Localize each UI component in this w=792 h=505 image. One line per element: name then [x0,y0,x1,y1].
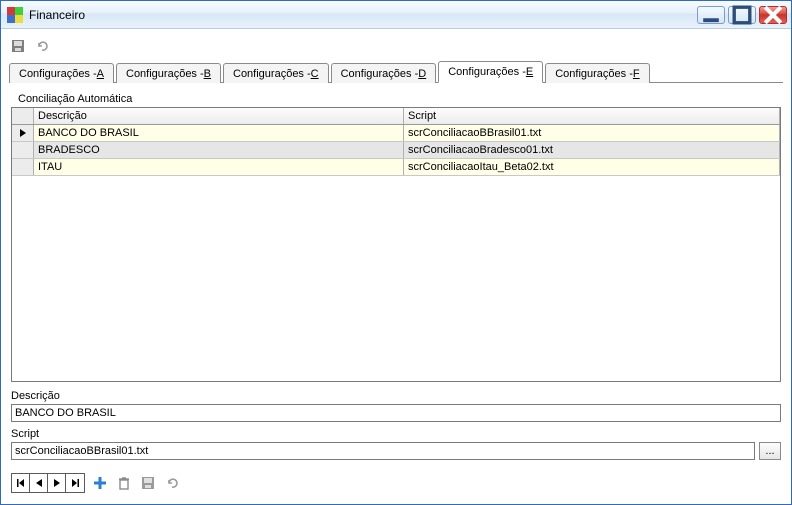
save-record-button[interactable] [139,474,157,492]
browse-button[interactable]: ... [759,442,781,460]
undo-button[interactable] [33,37,51,55]
table-row[interactable]: BRADESCO scrConciliacaoBradesco01.txt [12,142,780,159]
window-title: Financeiro [29,8,85,22]
grid-header-script[interactable]: Script [404,108,780,124]
cancel-edit-button[interactable] [163,474,181,492]
tabstrip: Configurações - A Configurações - B Conf… [9,61,783,83]
save-icon [10,38,26,54]
nav-group [11,473,85,493]
nav-first-icon [16,478,26,488]
undo-icon [164,475,180,491]
cell-descricao[interactable]: BANCO DO BRASIL [34,125,404,141]
row-indicator [12,142,34,158]
save-button[interactable] [9,37,27,55]
tab-config-e[interactable]: Configurações - E [438,61,543,83]
grid-header-descricao[interactable]: Descrição [34,108,404,124]
input-descricao[interactable] [11,404,781,422]
row-indicator [12,159,34,175]
group-legend: Conciliação Automática [15,93,785,105]
grid-header: Descrição Script [12,108,780,125]
nav-first-button[interactable] [12,474,30,492]
nav-next-icon [52,478,62,488]
row-indicator [12,125,34,141]
tab-config-d[interactable]: Configurações - D [331,63,437,83]
undo-icon [34,38,50,54]
maximize-button[interactable] [728,6,756,24]
app-icon [7,7,23,23]
cell-script[interactable]: scrConciliacaoBBrasil01.txt [404,125,780,141]
top-toolbar [9,35,783,57]
add-icon [92,475,108,491]
titlebar: Financeiro [1,1,791,29]
input-script[interactable] [11,442,755,460]
field-descricao: Descrição [11,390,781,422]
tab-config-f[interactable]: Configurações - F [545,63,649,83]
content-area: Configurações - A Configurações - B Conf… [1,29,791,504]
cell-descricao[interactable]: BRADESCO [34,142,404,158]
tab-config-c[interactable]: Configurações - C [223,63,329,83]
nav-prev-button[interactable] [30,474,48,492]
grid[interactable]: Descrição Script BANCO DO BRASIL scrConc… [11,107,781,382]
label-descricao: Descrição [11,390,781,402]
nav-prev-icon [34,478,44,488]
save-icon [140,475,156,491]
current-row-pointer-icon [20,129,26,137]
field-script: Script ... [11,428,781,460]
app-window: Financeiro [0,0,792,505]
nav-next-button[interactable] [48,474,66,492]
cell-script[interactable]: scrConciliacaoItau_Beta02.txt [404,159,780,175]
navigator-toolbar [11,472,781,494]
grid-body: BANCO DO BRASIL scrConciliacaoBBrasil01.… [12,125,780,381]
cell-descricao[interactable]: ITAU [34,159,404,175]
nav-last-icon [70,478,80,488]
delete-icon [116,475,132,491]
close-button[interactable] [759,6,787,24]
table-row[interactable]: ITAU scrConciliacaoItau_Beta02.txt [12,159,780,176]
cell-script[interactable]: scrConciliacaoBradesco01.txt [404,142,780,158]
nav-last-button[interactable] [66,474,84,492]
label-script: Script [11,428,781,440]
add-button[interactable] [91,474,109,492]
minimize-button[interactable] [697,6,725,24]
tab-config-b[interactable]: Configurações - B [116,63,221,83]
grid-header-selector[interactable] [12,108,34,124]
delete-button[interactable] [115,474,133,492]
window-buttons [697,6,787,24]
tab-config-a[interactable]: Configurações - A [9,63,114,83]
table-row[interactable]: BANCO DO BRASIL scrConciliacaoBBrasil01.… [12,125,780,142]
